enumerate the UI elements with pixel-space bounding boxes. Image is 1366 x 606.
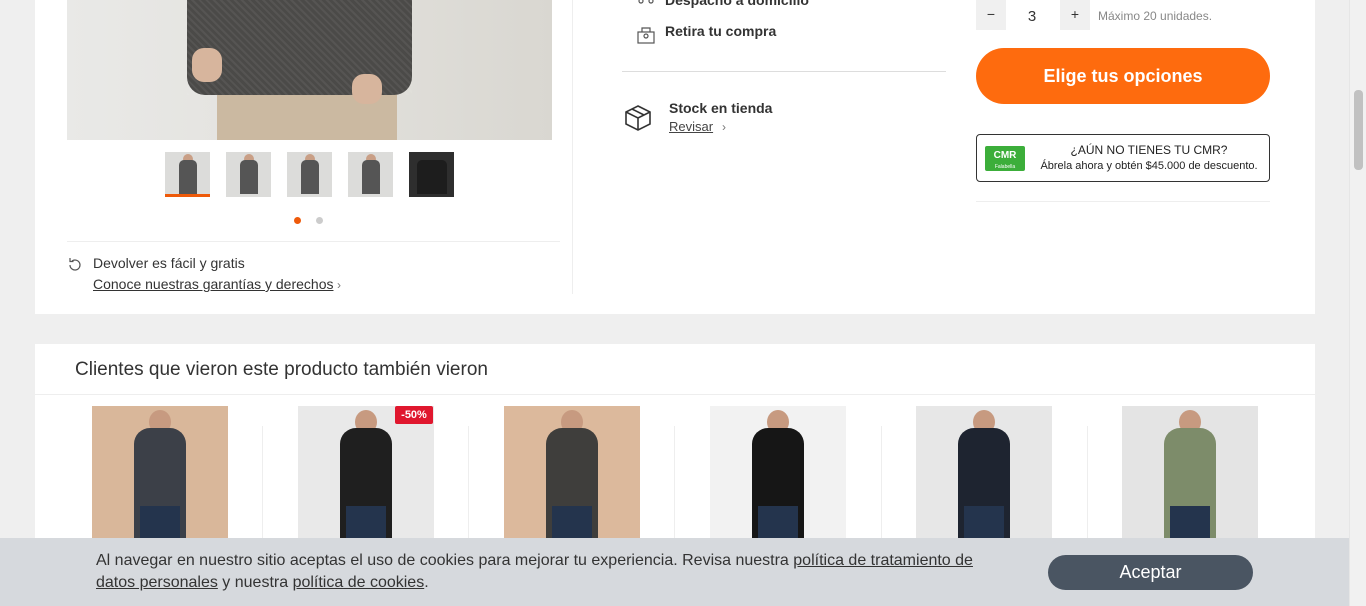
image-hand <box>192 48 222 82</box>
product-card-1[interactable] <box>92 406 228 546</box>
product-card-2[interactable] <box>298 406 434 546</box>
thumbnail-1[interactable] <box>165 152 210 197</box>
carousel-dot-1[interactable] <box>294 217 301 224</box>
discount-badge: -50% <box>395 406 433 424</box>
divider <box>67 241 560 242</box>
cmr-promo-subtitle: Ábrela ahora y obtén $45.000 de descuent… <box>1040 160 1258 172</box>
cookie-policy-link[interactable]: política de cookies <box>293 574 425 591</box>
refresh-icon <box>69 258 81 271</box>
divider <box>976 201 1270 202</box>
returns-title: Devolver es fácil y gratis <box>93 255 245 271</box>
divider <box>622 71 946 72</box>
choose-options-button[interactable]: Elige tus opciones <box>976 48 1270 104</box>
truck-icon <box>638 0 654 4</box>
thumbnail-5[interactable] <box>409 152 454 197</box>
thumbnail-strip <box>165 152 454 197</box>
accept-cookies-button[interactable]: Aceptar <box>1048 555 1253 590</box>
home-delivery-label: Despacho a domicilio <box>665 0 809 8</box>
divider <box>881 426 882 556</box>
product-card-4[interactable] <box>710 406 846 546</box>
pickup-label: Retira tu compra <box>665 23 777 39</box>
thumbnail-2[interactable] <box>226 152 271 197</box>
stock-title: Stock en tienda <box>669 100 773 116</box>
divider <box>262 426 263 556</box>
product-card-5[interactable] <box>916 406 1052 546</box>
thumbnail-4[interactable] <box>348 152 393 197</box>
carousel-dots <box>294 217 323 224</box>
store-pickup-icon <box>637 27 655 44</box>
divider <box>35 394 1315 395</box>
quantity-value[interactable]: 3 <box>1016 8 1048 25</box>
scrollbar[interactable] <box>1349 0 1366 606</box>
image-hand <box>352 74 382 104</box>
cookie-banner: Al navegar en nuestro sitio aceptas el u… <box>0 538 1349 606</box>
quantity-decrease-button[interactable]: − <box>976 0 1006 30</box>
chevron-right-icon: › <box>337 278 341 292</box>
divider <box>468 426 469 556</box>
returns-link[interactable]: Conoce nuestras garantías y derechos <box>93 276 333 292</box>
product-main-image[interactable] <box>67 0 552 140</box>
recommendations-title: Clientes que vieron este producto tambié… <box>75 359 488 380</box>
cmr-promo-title: ¿AÚN NO TIENES TU CMR? <box>1070 143 1228 157</box>
quantity-max-note: Máximo 20 unidades. <box>1098 9 1213 23</box>
product-detail-card: Devolver es fácil y gratis Conoce nuestr… <box>35 0 1315 314</box>
divider <box>572 0 573 294</box>
chevron-right-icon: › <box>722 120 726 134</box>
cookie-message: Al navegar en nuestro sitio aceptas el u… <box>96 552 973 591</box>
box-icon <box>625 105 651 131</box>
cmr-promo-banner[interactable]: CMR Falabella ¿AÚN NO TIENES TU CMR? Ábre… <box>976 134 1270 182</box>
divider <box>1087 426 1088 556</box>
cmr-logo: CMR Falabella <box>985 146 1025 171</box>
carousel-dot-2[interactable] <box>316 217 323 224</box>
divider <box>674 426 675 556</box>
quantity-increase-button[interactable]: + <box>1060 0 1090 30</box>
product-card-6[interactable] <box>1122 406 1258 546</box>
product-card-3[interactable] <box>504 406 640 546</box>
scrollbar-thumb[interactable] <box>1354 90 1363 170</box>
thumbnail-3[interactable] <box>287 152 332 197</box>
stock-check-link[interactable]: Revisar <box>669 119 713 134</box>
